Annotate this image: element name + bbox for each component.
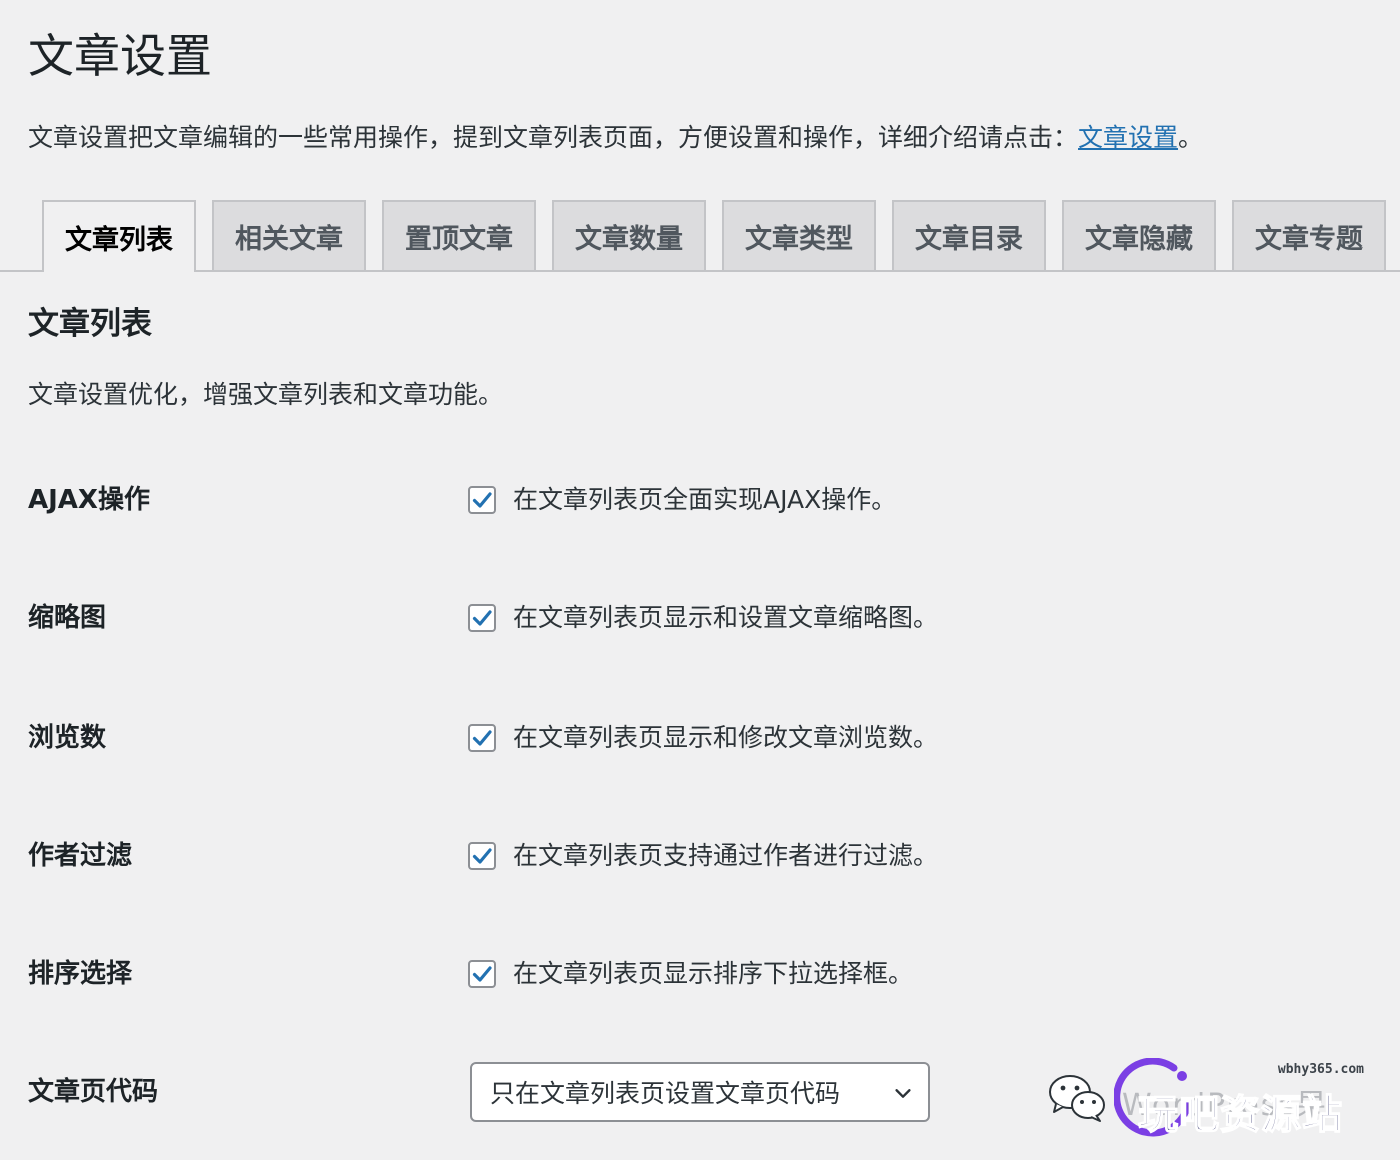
page-code-select[interactable]: 只在文章列表页设置文章页代码 <box>470 1062 930 1122</box>
ajax-description: 在文章列表页全面实现AJAX操作。 <box>513 485 897 514</box>
tab-article-count[interactable]: 文章数量 <box>552 200 706 270</box>
ajax-checkbox[interactable] <box>468 486 496 514</box>
thumbnail-description: 在文章列表页显示和设置文章缩略图。 <box>513 603 939 632</box>
checkmark-icon <box>472 610 492 626</box>
tab-article-types[interactable]: 文章类型 <box>722 200 876 270</box>
intro-link[interactable]: 文章设置 <box>1078 123 1178 152</box>
setting-label-ajax: AJAX操作 <box>28 485 150 515</box>
author-filter-checkbox[interactable] <box>468 842 496 870</box>
section-description: 文章设置优化，增强文章列表和文章功能。 <box>28 380 504 409</box>
page-title: 文章设置 <box>28 29 212 83</box>
setting-label-author-filter: 作者过滤 <box>28 841 133 871</box>
watermark: wbhy365.com WordPress果 玩吧资源站 <box>1040 1056 1380 1152</box>
setting-field-thumbnail: 在文章列表页显示和设置文章缩略图。 <box>468 600 938 636</box>
wechat-icon <box>1049 1075 1105 1122</box>
page-code-selected-value: 只在文章列表页设置文章页代码 <box>490 1079 841 1108</box>
chevron-down-icon <box>895 1089 911 1098</box>
setting-field-ajax: 在文章列表页全面实现AJAX操作。 <box>468 482 896 518</box>
setting-field-author-filter: 在文章列表页支持通过作者进行过滤。 <box>468 838 938 874</box>
setting-label-sort-select: 排序选择 <box>28 959 133 989</box>
sort-select-checkbox[interactable] <box>468 960 496 988</box>
tab-article-list[interactable]: 文章列表 <box>42 200 196 272</box>
sort-select-description: 在文章列表页显示排序下拉选择框。 <box>513 959 914 988</box>
intro-text: 文章设置把文章编辑的一些常用操作，提到文章列表页面，方便设置和操作，详细介绍请点… <box>28 123 1079 152</box>
tab-article-hide[interactable]: 文章隐藏 <box>1062 200 1216 270</box>
author-filter-description: 在文章列表页支持通过作者进行过滤。 <box>513 841 939 870</box>
setting-label-page-code: 文章页代码 <box>28 1077 159 1107</box>
checkmark-icon <box>472 848 492 864</box>
checkmark-icon <box>472 492 492 508</box>
setting-label-thumbnail: 缩略图 <box>28 603 107 633</box>
page-intro: 文章设置把文章编辑的一些常用操作，提到文章列表页面，方便设置和操作，详细介绍请点… <box>28 120 1203 156</box>
views-checkbox[interactable] <box>468 724 496 752</box>
setting-label-views: 浏览数 <box>28 723 107 753</box>
setting-field-sort-select: 在文章列表页显示排序下拉选择框。 <box>468 956 913 992</box>
checkmark-icon <box>472 730 492 746</box>
intro-end: 。 <box>1178 123 1204 152</box>
setting-field-views: 在文章列表页显示和修改文章浏览数。 <box>468 720 938 756</box>
section-title: 文章列表 <box>28 306 152 342</box>
tab-article-topics[interactable]: 文章专题 <box>1232 200 1386 270</box>
settings-tabs: 文章列表 相关文章 置顶文章 文章数量 文章类型 文章目录 文章隐藏 文章专题 <box>0 200 1400 272</box>
views-description: 在文章列表页显示和修改文章浏览数。 <box>513 723 939 752</box>
tab-article-toc[interactable]: 文章目录 <box>892 200 1046 270</box>
tab-sticky-articles[interactable]: 置顶文章 <box>382 200 536 270</box>
watermark-url: wbhy365.com <box>1277 1062 1364 1077</box>
thumbnail-checkbox[interactable] <box>468 604 496 632</box>
tab-related-articles[interactable]: 相关文章 <box>212 200 366 270</box>
checkmark-icon <box>472 966 492 982</box>
watermark-name: 玩吧资源站 <box>1137 1091 1343 1139</box>
